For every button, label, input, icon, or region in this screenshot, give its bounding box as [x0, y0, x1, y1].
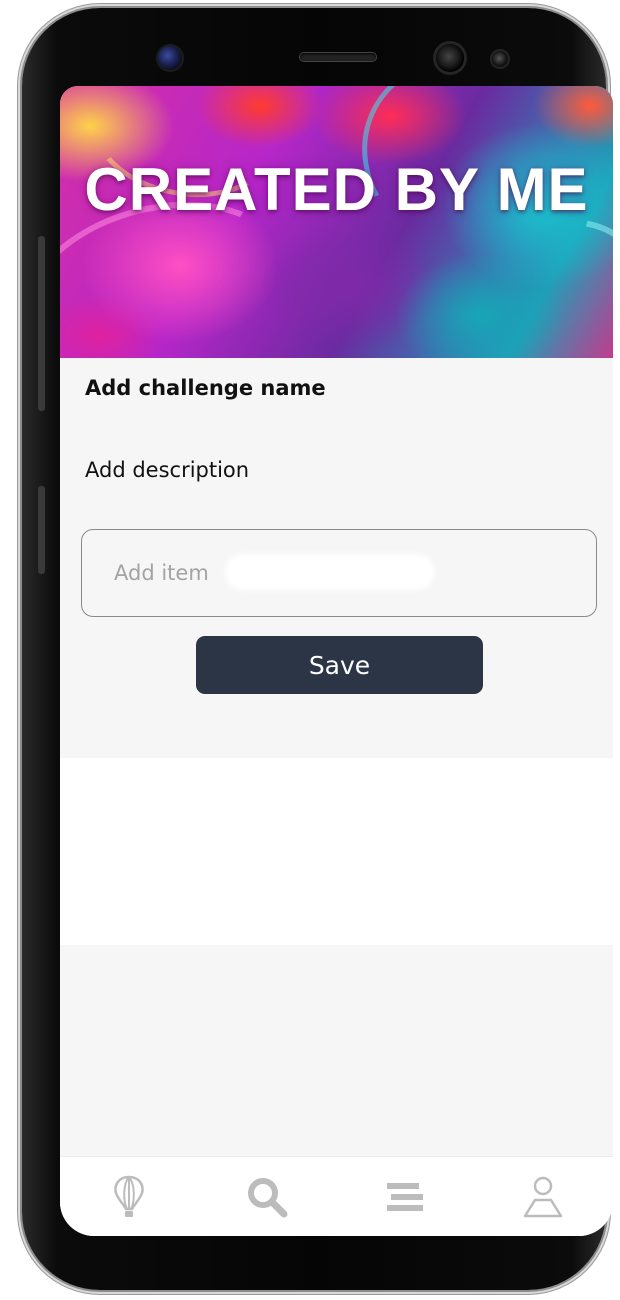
volume-button: [38, 236, 45, 411]
challenge-name-field[interactable]: Add challenge name: [85, 376, 326, 400]
balloon-icon: [114, 1175, 144, 1217]
nav-item-list[interactable]: [336, 1157, 474, 1236]
bixby-button: [38, 486, 45, 574]
app-screen: CREATED BY ME Add challenge name Add des…: [60, 86, 613, 1236]
challenge-description-field[interactable]: Add description: [85, 458, 249, 482]
header-banner: CREATED BY ME: [60, 86, 613, 358]
banner-title: CREATED BY ME: [84, 156, 589, 223]
search-icon: [248, 1178, 288, 1218]
empty-list-area: [60, 758, 613, 945]
front-camera-icon: [158, 46, 182, 70]
sensor-icon: [436, 44, 464, 72]
redaction-mark: [225, 554, 435, 590]
nav-item-explore[interactable]: [60, 1157, 198, 1236]
phone-frame: CREATED BY ME Add challenge name Add des…: [22, 8, 613, 1290]
nav-item-profile[interactable]: [474, 1157, 612, 1236]
sensor-small-icon: [492, 51, 508, 67]
earpiece-speaker: [300, 53, 376, 61]
save-button[interactable]: Save: [196, 636, 483, 694]
profile-icon: [523, 1176, 563, 1218]
list-icon: [387, 1183, 423, 1211]
nav-item-search[interactable]: [198, 1157, 336, 1236]
bottom-navigation: [60, 1156, 613, 1236]
challenge-form: Add challenge name Add description Save: [60, 358, 613, 758]
